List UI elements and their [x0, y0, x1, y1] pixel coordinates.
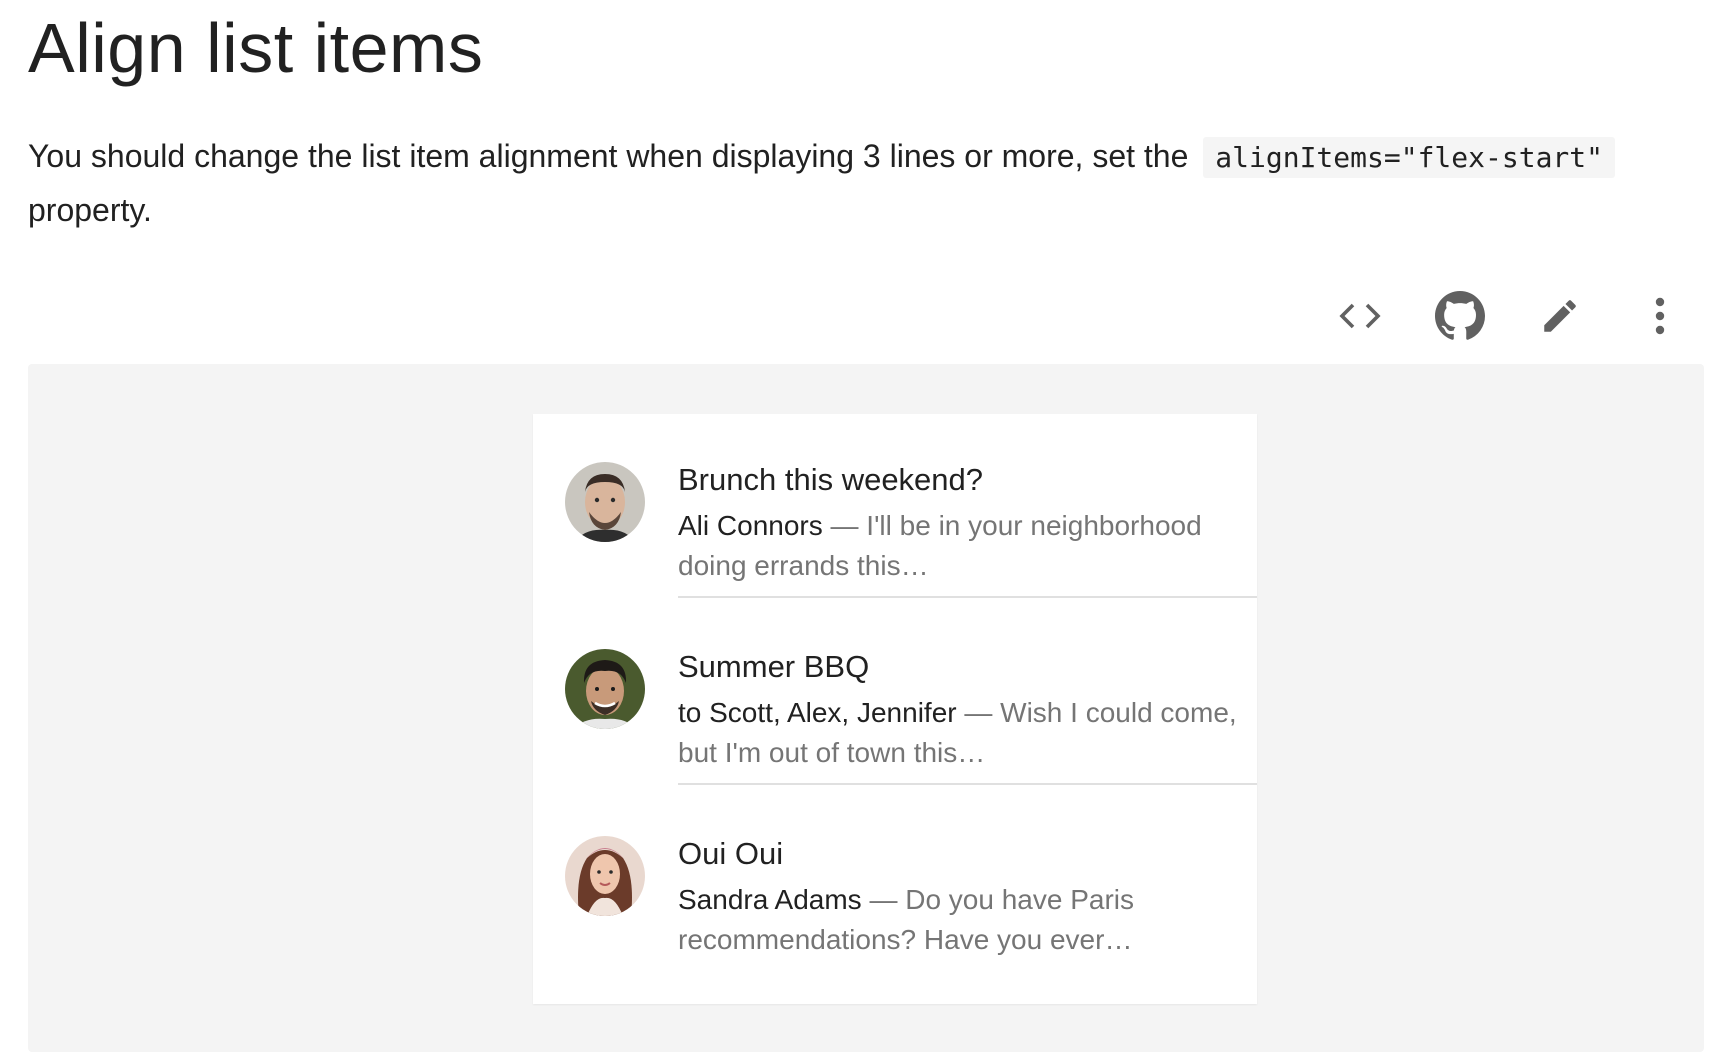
- pencil-icon: [1539, 295, 1581, 337]
- list-item-text: Oui Oui Sandra Adams — Do you have Paris…: [678, 832, 1238, 960]
- list-item[interactable]: Oui Oui Sandra Adams — Do you have Paris…: [533, 788, 1257, 975]
- page-title: Align list items: [28, 9, 484, 87]
- list-item-separator: —: [822, 510, 867, 541]
- demo-area: Brunch this weekend? Ali Connors — I'll …: [28, 364, 1704, 1052]
- list-item-sender: to Scott, Alex, Jennifer: [678, 697, 957, 728]
- list-item-primary: Oui Oui: [678, 836, 784, 871]
- description: You should change the list item alignmen…: [28, 130, 1678, 236]
- view-source-button[interactable]: [1320, 284, 1400, 348]
- github-icon: [1435, 291, 1485, 341]
- message-list: Brunch this weekend? Ali Connors — I'll …: [533, 414, 1257, 1004]
- list-item-separator: —: [956, 697, 1001, 728]
- avatar: [565, 836, 645, 916]
- list-item-sender: Ali Connors: [678, 510, 823, 541]
- description-code: alignItems="flex-start": [1203, 137, 1616, 178]
- github-button[interactable]: [1420, 284, 1500, 348]
- list-item-separator: —: [861, 884, 906, 915]
- list-item-text: Summer BBQ to Scott, Alex, Jennifer — Wi…: [678, 645, 1238, 773]
- list-divider: [678, 783, 1257, 785]
- list-item-secondary: to Scott, Alex, Jennifer — Wish I could …: [678, 693, 1238, 773]
- avatar: [565, 462, 645, 542]
- list-item[interactable]: Brunch this weekend? Ali Connors — I'll …: [533, 414, 1257, 601]
- list-item[interactable]: Summer BBQ to Scott, Alex, Jennifer — Wi…: [533, 601, 1257, 788]
- more-options-button[interactable]: [1620, 284, 1700, 348]
- more-vert-icon: [1654, 296, 1666, 336]
- list-divider: [678, 596, 1257, 598]
- list-item-sender: Sandra Adams: [678, 884, 862, 915]
- list-item-text: Brunch this weekend? Ali Connors — I'll …: [678, 458, 1238, 586]
- list-item-primary: Brunch this weekend?: [678, 462, 984, 497]
- code-icon: [1338, 301, 1382, 331]
- description-text: You should change the list item alignmen…: [28, 138, 1189, 174]
- list-item-secondary: Sandra Adams — Do you have Paris recomme…: [678, 880, 1238, 960]
- description-tail: property.: [28, 192, 152, 228]
- avatar: [565, 649, 645, 729]
- list-item-primary: Summer BBQ: [678, 649, 870, 684]
- page: Align list items You should change the l…: [0, 0, 1714, 1064]
- demo-toolbar: [1320, 284, 1700, 348]
- list-item-secondary: Ali Connors — I'll be in your neighborho…: [678, 506, 1238, 586]
- edit-button[interactable]: [1520, 284, 1600, 348]
